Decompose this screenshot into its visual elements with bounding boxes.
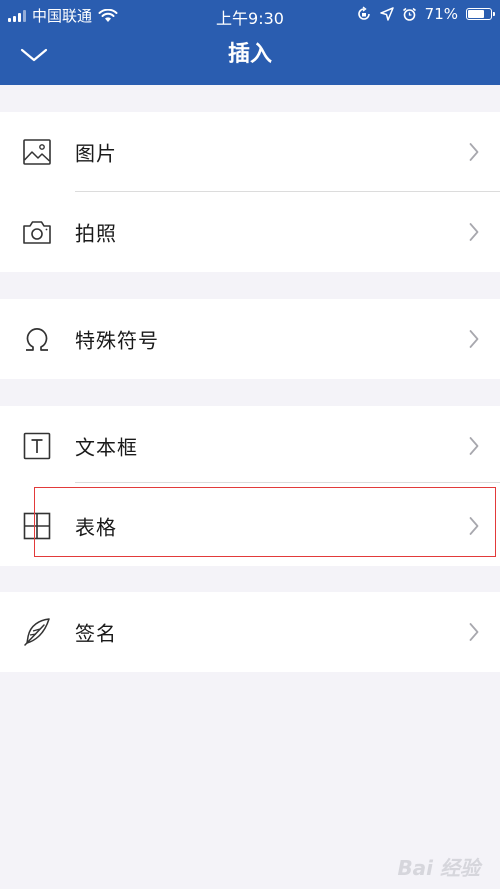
page-title: 插入 (227, 42, 272, 67)
watermark: Bai 经验 (397, 856, 480, 880)
omega-icon (22, 324, 52, 354)
battery-icon (466, 8, 495, 20)
menu-item-textbox[interactable]: 文本框 (0, 406, 500, 486)
chevron-right-icon (466, 514, 482, 538)
camera-icon (22, 217, 52, 247)
menu-item-label: 签名 (75, 621, 117, 646)
chevron-right-icon (466, 620, 482, 644)
menu-item-label: 表格 (75, 515, 117, 540)
rotation-lock-icon (357, 6, 370, 20)
table-icon (22, 511, 52, 541)
menu-item-special-symbol[interactable]: 特殊符号 (0, 299, 500, 379)
location-arrow-icon (379, 7, 394, 21)
menu-item-label: 文本框 (75, 435, 138, 460)
content-section: 文本框 表格 (0, 406, 500, 566)
textbox-icon (22, 431, 52, 461)
alarm-icon (402, 7, 416, 21)
menu-item-table[interactable]: 表格 (0, 486, 500, 566)
chevron-right-icon (466, 434, 482, 458)
menu-item-image[interactable]: 图片 (0, 112, 500, 192)
image-icon (22, 137, 52, 167)
divider (75, 482, 500, 483)
signature-section: 签名 (0, 592, 500, 672)
app-header: 中国联通 上午9:30 71% 插入 (0, 0, 500, 85)
battery-fill (468, 10, 484, 18)
chevron-right-icon (466, 140, 482, 164)
symbol-section: 特殊符号 (0, 299, 500, 379)
feather-pen-icon (22, 617, 52, 647)
menu-item-label: 特殊符号 (75, 328, 159, 353)
status-bar: 中国联通 上午9:30 71% (0, 0, 500, 30)
chevron-right-icon (466, 327, 482, 351)
menu-item-label: 拍照 (75, 221, 117, 246)
menu-item-signature[interactable]: 签名 (0, 592, 500, 672)
media-section: 图片 拍照 (0, 112, 500, 272)
battery-percent: 71% (424, 5, 458, 23)
menu-item-label: 图片 (75, 141, 117, 166)
menu-item-camera[interactable]: 拍照 (0, 192, 500, 272)
status-right: 71% (356, 5, 495, 23)
chevron-right-icon (466, 220, 482, 244)
